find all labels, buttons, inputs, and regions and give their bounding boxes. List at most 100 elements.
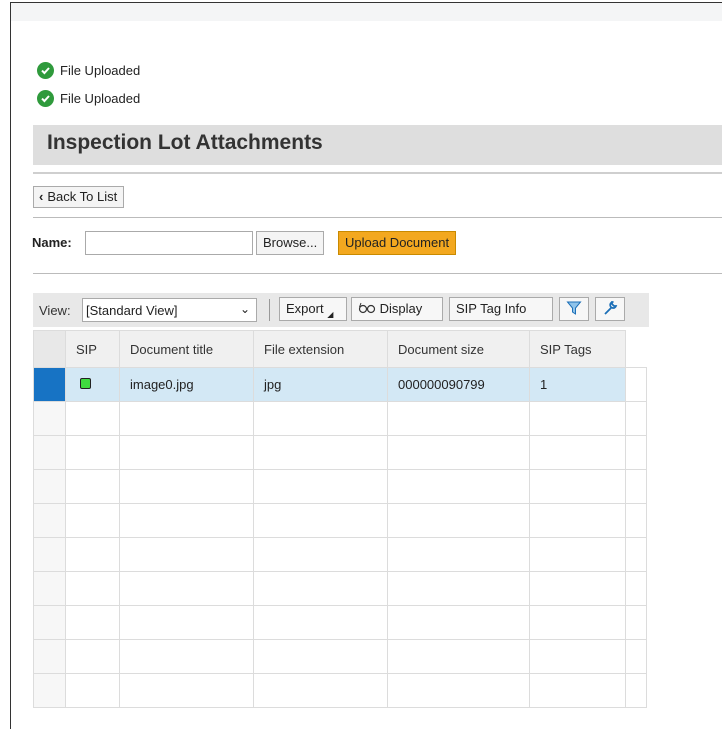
empty-cell	[119, 435, 254, 470]
row-selector[interactable]	[33, 435, 66, 470]
empty-cell	[253, 537, 388, 572]
column-header-sip-tags[interactable]: SIP Tags	[529, 330, 626, 368]
success-check-icon	[37, 62, 54, 79]
file-extension-cell: jpg	[253, 367, 388, 402]
settings-button[interactable]	[595, 297, 625, 321]
empty-cell	[65, 673, 120, 708]
chevron-left-icon: ‹	[39, 189, 44, 204]
back-to-list-button[interactable]: ‹ Back To List	[33, 186, 125, 208]
empty-cell	[529, 401, 626, 436]
empty-cell	[625, 435, 647, 470]
empty-cell	[529, 673, 626, 708]
document-title-cell[interactable]: image0.jpg	[119, 367, 254, 402]
column-header-document-title[interactable]: Document title	[119, 330, 254, 368]
column-header-sip[interactable]: SIP	[65, 330, 120, 368]
select-all-header[interactable]	[33, 330, 66, 368]
table-row[interactable]: image0.jpg jpg 000000090799 1	[33, 367, 647, 402]
empty-cell	[119, 401, 254, 436]
empty-cell	[529, 605, 626, 640]
toolbar-separator	[269, 299, 270, 321]
filter-button[interactable]	[559, 297, 589, 321]
table-header-row: SIP Document title File extension Docume…	[33, 330, 647, 368]
empty-cell	[387, 537, 530, 572]
empty-cell	[65, 537, 120, 572]
empty-cell	[119, 605, 254, 640]
status-message-text: File Uploaded	[60, 91, 141, 106]
name-input[interactable]	[85, 231, 253, 255]
row-selector[interactable]	[33, 503, 66, 538]
export-label: Export	[286, 301, 324, 316]
display-label: Display	[379, 301, 423, 316]
empty-cell	[529, 639, 626, 674]
empty-table-row	[33, 469, 647, 504]
document-size-cell: 000000090799	[387, 367, 530, 402]
row-selector[interactable]	[33, 367, 66, 402]
export-button[interactable]: Export ◢	[279, 297, 347, 321]
empty-cell	[625, 639, 647, 674]
sip-tags-cell: 1	[529, 367, 626, 402]
success-check-icon	[37, 90, 54, 107]
empty-cell	[387, 469, 530, 504]
sip-status-cell	[65, 367, 120, 402]
page-title: Inspection Lot Attachments	[47, 131, 323, 154]
row-selector[interactable]	[33, 469, 66, 504]
row-selector[interactable]	[33, 537, 66, 572]
browse-button[interactable]: Browse...	[256, 231, 325, 255]
wrench-icon	[602, 301, 618, 316]
upload-document-button[interactable]: Upload Document	[338, 231, 457, 255]
empty-cell	[119, 537, 254, 572]
empty-cell	[119, 571, 254, 606]
empty-cell	[253, 503, 388, 538]
empty-cell	[119, 639, 254, 674]
dropdown-triangle-icon: ◢	[327, 310, 334, 319]
row-selector[interactable]	[33, 639, 66, 674]
row-selector[interactable]	[33, 673, 66, 708]
attachments-table: SIP Document title File extension Docume…	[33, 330, 647, 708]
empty-cell	[625, 571, 647, 606]
empty-cell	[387, 401, 530, 436]
empty-cell	[387, 571, 530, 606]
row-selector[interactable]	[33, 401, 66, 436]
empty-cell	[625, 605, 647, 640]
empty-table-row	[33, 571, 647, 606]
view-select-value: [Standard View]	[86, 303, 178, 318]
empty-cell	[119, 503, 254, 538]
empty-cell	[65, 571, 120, 606]
column-header-file-extension[interactable]: File extension	[253, 330, 388, 368]
sip-status-indicator-icon	[80, 378, 91, 389]
empty-cell	[253, 571, 388, 606]
empty-cell	[625, 537, 647, 572]
divider	[33, 273, 722, 274]
empty-cell	[65, 435, 120, 470]
empty-cell	[253, 673, 388, 708]
chevron-down-icon: ⌄	[239, 302, 250, 316]
back-to-list-label: Back To List	[47, 189, 118, 204]
page-title-bar: Inspection Lot Attachments	[33, 125, 722, 165]
empty-cell	[119, 469, 254, 504]
empty-cell	[253, 401, 388, 436]
display-button[interactable]: Display	[351, 297, 443, 321]
empty-cell	[529, 503, 626, 538]
empty-cell	[625, 673, 647, 708]
view-label: View:	[39, 303, 71, 318]
empty-cell	[625, 401, 647, 436]
empty-cell	[253, 435, 388, 470]
column-header-document-size[interactable]: Document size	[387, 330, 530, 368]
status-message-text: File Uploaded	[60, 63, 141, 78]
empty-cell	[625, 503, 647, 538]
empty-cell	[387, 503, 530, 538]
status-message: File Uploaded	[37, 62, 140, 79]
view-select[interactable]: [Standard View] ⌄	[82, 298, 257, 322]
filter-icon	[566, 301, 582, 316]
status-message: File Uploaded	[37, 90, 140, 107]
row-selector[interactable]	[33, 605, 66, 640]
empty-cell	[65, 503, 120, 538]
sip-tag-info-button[interactable]: SIP Tag Info	[449, 297, 553, 321]
empty-cell	[387, 605, 530, 640]
header-filler	[625, 330, 647, 368]
empty-cell	[529, 571, 626, 606]
empty-cell	[529, 537, 626, 572]
empty-cell	[119, 673, 254, 708]
empty-cell	[65, 639, 120, 674]
row-selector[interactable]	[33, 571, 66, 606]
